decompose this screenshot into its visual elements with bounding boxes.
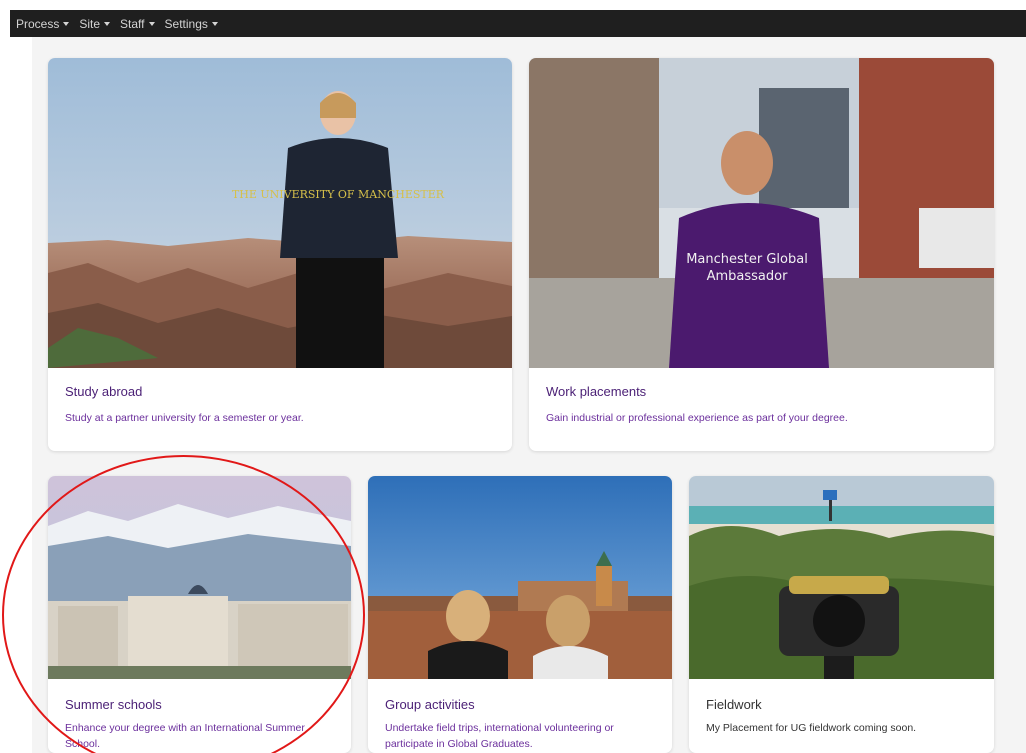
card-group-activities[interactable]: Group activities Undertake field trips, … — [368, 476, 672, 753]
card-title[interactable]: Work placements — [546, 384, 646, 399]
nav-process-menu[interactable]: Process — [16, 16, 70, 31]
nav-site-menu[interactable]: Site — [79, 16, 111, 31]
card-description: Undertake field trips, international vol… — [385, 722, 614, 750]
summer-schools-image — [48, 476, 351, 679]
card-fieldwork[interactable]: Fieldwork My Placement for UG fieldwork … — [689, 476, 994, 753]
card-summer-schools[interactable]: Summer schools Enhance your degree with … — [48, 476, 351, 753]
work-placements-image: Manchester Global Ambassador — [529, 58, 994, 368]
chevron-down-icon — [211, 22, 218, 26]
card-description: Study at a partner university for a seme… — [65, 412, 304, 424]
card-title[interactable]: Group activities — [385, 697, 475, 712]
work-placement-shirt-text-1: Manchester Global — [686, 252, 808, 267]
chevron-down-icon — [104, 22, 111, 26]
fieldwork-image — [689, 476, 994, 679]
nav-staff-menu[interactable]: Staff — [120, 16, 155, 31]
card-work-placements[interactable]: Manchester Global Ambassador Work placem… — [529, 58, 994, 451]
card-study-abroad[interactable]: THE UNIVERSITY OF MANCHESTER Study abroa… — [48, 58, 512, 451]
card-title[interactable]: Study abroad — [65, 384, 142, 399]
nav-settings-menu[interactable]: Settings — [165, 17, 218, 31]
study-abroad-image: THE UNIVERSITY OF MANCHESTER — [48, 58, 512, 368]
nav-settings-label: Settings — [164, 16, 208, 31]
study-abroad-shirt-text: THE UNIVERSITY OF MANCHESTER — [232, 188, 445, 201]
nav-staff-label: Staff — [120, 16, 145, 31]
group-activities-image — [368, 476, 672, 679]
nav-process-label: Process — [16, 16, 60, 31]
card-description: My Placement for UG fieldwork coming soo… — [706, 722, 917, 734]
card-description: Enhance your degree with an Internationa… — [65, 722, 305, 750]
card-description: Gain industrial or professional experien… — [546, 412, 848, 424]
chevron-down-icon — [148, 22, 155, 26]
card-title[interactable]: Summer schools — [65, 697, 162, 712]
chevron-down-icon — [63, 22, 70, 26]
work-placement-shirt-text-2: Ambassador — [707, 269, 788, 284]
top-navbar: Process Site Staff Settings — [10, 10, 1026, 37]
card-title[interactable]: Fieldwork — [706, 697, 762, 712]
nav-site-label: Site — [79, 16, 101, 31]
